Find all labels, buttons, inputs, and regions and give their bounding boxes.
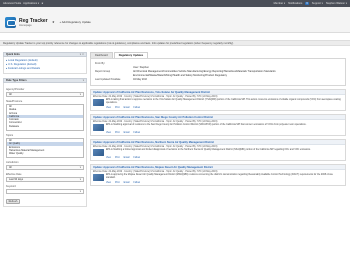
report-details: From By: User: Stephen Report Group Air/… — [90, 58, 346, 86]
view-link[interactable]: View — [106, 107, 111, 109]
effective-date-select[interactable]: Last 90 days — [6, 177, 84, 182]
detail-row: Last Updated Postdate 04 May 2019 — [95, 78, 341, 82]
quick-link-item[interactable]: ▸ Federal Listings and Details — [6, 67, 84, 71]
topics-listbox[interactable]: All Air Quality Emissions Hazardous Mate… — [6, 138, 84, 158]
quick-links-title: Quick links — [6, 53, 20, 56]
detail-key: Last Updated Postdate — [95, 78, 121, 81]
main-content: Dashboard Regulatory Updates From By: Us… — [90, 52, 346, 186]
app-subtitle: Homepage — [19, 24, 32, 27]
agency-label: Agency/Provider — [6, 88, 25, 91]
brand-link[interactable]: Advanced Suite — [3, 2, 21, 5]
info-banner: Regulatory Update Tracker is your top pr… — [0, 40, 350, 46]
favorite-star-icon[interactable]: ★ — [52, 20, 55, 24]
view-link[interactable]: View — [106, 157, 111, 159]
update-card: Update: Approval of California Air Plan … — [90, 139, 346, 161]
follow-link[interactable]: Follow — [133, 157, 140, 159]
topics-label: Topics — [6, 134, 14, 137]
view-link[interactable]: View — [106, 132, 111, 134]
state-label: State/Province — [6, 100, 23, 103]
print-link[interactable]: Print — [115, 157, 120, 159]
update-thumbnail — [93, 149, 104, 156]
follow-link[interactable]: Follow — [133, 132, 140, 134]
keyword-label: Keyword — [6, 185, 16, 188]
update-summary: EPA is approving the Mojave Desert Air Q… — [106, 174, 333, 179]
member-menu[interactable]: Member ▾ — [274, 2, 286, 5]
update-card: Update: Approval of California Air Plan … — [90, 164, 346, 186]
update-summary: EPA is finalizing approval of revisions … — [106, 124, 307, 126]
keyword-input[interactable] — [6, 189, 84, 194]
update-thumbnail — [93, 99, 104, 106]
top-navigation-bar: Advanced Suite Applications ▾ ★ Member ▾… — [0, 0, 350, 7]
update-title-link[interactable]: Update: Approval of California Air Plan … — [93, 116, 213, 119]
support-menu[interactable]: Support ▾ — [312, 2, 323, 5]
follow-link[interactable]: Follow — [133, 107, 140, 109]
email-link[interactable]: Email — [124, 182, 130, 184]
list-item[interactable]: Water Quality — [7, 152, 83, 155]
panel-collapse-icon[interactable]: ▾ — [83, 79, 84, 82]
notifications-menu[interactable]: Notifications — [288, 2, 302, 5]
update-summary: EPA is taking final action to approve re… — [106, 99, 341, 104]
update-card: Update: Approval of California Air Plan … — [90, 114, 346, 136]
state-listbox[interactable]: All Alaska Arizona California Colorado C… — [6, 104, 84, 131]
view-link[interactable]: View — [106, 182, 111, 184]
filters-body: Agency/Provider All State/Province All A… — [3, 83, 87, 207]
print-link[interactable]: Print — [115, 107, 120, 109]
email-link[interactable]: Email — [124, 107, 130, 109]
update-title-link[interactable]: Update: Approval of California Air Plan … — [93, 141, 214, 144]
email-link[interactable]: Email — [124, 132, 130, 134]
sidebar: Quick links ▾ ✕ ▸ Local Regulation (defa… — [3, 52, 87, 207]
notification-count-badge: 6 — [305, 2, 309, 5]
tab-regulatory-updates[interactable]: Regulatory Updates — [113, 52, 149, 58]
info-banner-text: Regulatory Update Tracker is your top pr… — [3, 41, 234, 45]
list-item[interactable]: Delaware — [7, 125, 83, 128]
follow-link[interactable]: Follow — [133, 182, 140, 184]
update-title-link[interactable]: Update: Approval of California Air Plan … — [93, 91, 210, 94]
print-link[interactable]: Print — [115, 182, 120, 184]
quick-links-body: ▸ Local Regulation (default) ▸ U.S. Regu… — [3, 57, 87, 74]
panel-collapse-icon[interactable]: ▾ ✕ — [80, 53, 84, 56]
update-thumbnail — [93, 174, 104, 181]
applications-menu[interactable]: Applications ▾ — [23, 2, 39, 5]
user-menu[interactable]: Stephen Watson ▾ — [326, 2, 347, 5]
tab-dashboard[interactable]: Dashboard — [90, 52, 113, 58]
app-header: Reg Tracker Homepage ★ + Add Regulatory … — [0, 7, 350, 33]
app-logo-icon — [5, 17, 16, 28]
refresh-button[interactable]: Refresh — [6, 199, 20, 204]
update-title-link[interactable]: Update: Approval of California Air Plan … — [93, 166, 213, 169]
effective-date-label: Effective Date — [6, 173, 22, 176]
update-thumbnail — [93, 124, 104, 131]
print-link[interactable]: Print — [115, 132, 120, 134]
jurisdiction-select[interactable]: All — [6, 165, 84, 170]
detail-value: 04 May 2019 — [133, 78, 148, 81]
jurisdiction-label: Jurisdiction — [6, 161, 19, 164]
filters-title: Rule Type Filters — [6, 79, 27, 82]
email-link[interactable]: Email — [124, 157, 130, 159]
update-summary: EPA is finalizing a limited approval and… — [106, 149, 311, 151]
update-card: Update: Approval of California Air Plan … — [90, 89, 346, 111]
add-regulatory-update-button[interactable]: + Add Regulatory Update — [60, 20, 91, 24]
agency-select[interactable]: All — [6, 92, 84, 97]
favorite-star-icon[interactable]: ★ — [41, 2, 43, 5]
